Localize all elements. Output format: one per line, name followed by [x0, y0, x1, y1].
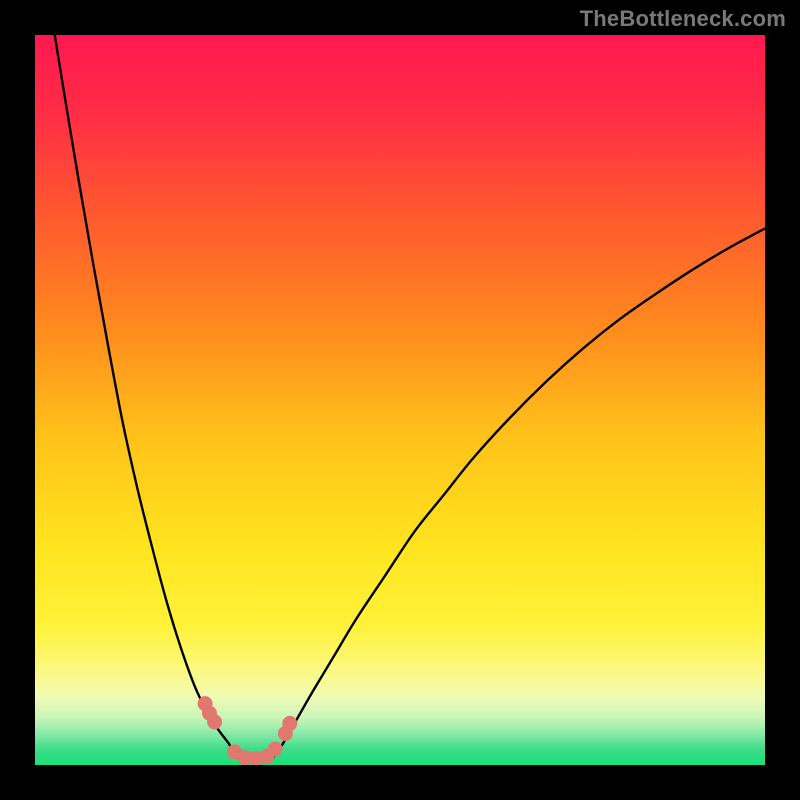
marker-dot [282, 716, 297, 731]
marker-dot [268, 741, 283, 756]
marker-dot [207, 714, 222, 729]
outer-frame: TheBottleneck.com [0, 0, 800, 800]
chart-gradient-bg [35, 35, 765, 765]
watermark-text: TheBottleneck.com [580, 6, 786, 32]
chart-plot-area [35, 35, 765, 765]
chart-svg [35, 35, 765, 765]
